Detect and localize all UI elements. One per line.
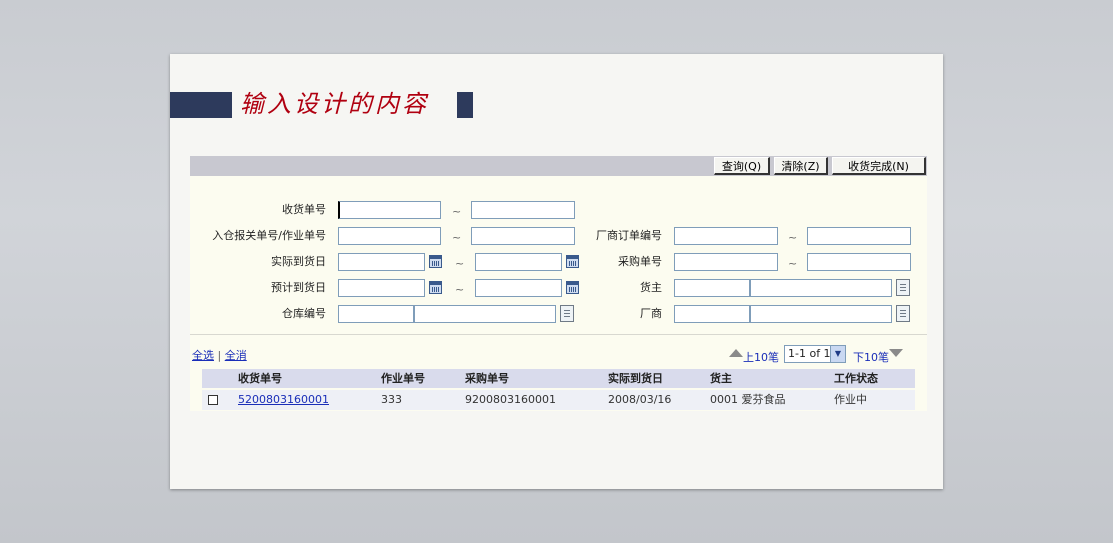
title-bar-right [457, 92, 473, 118]
arrow-up-icon[interactable] [729, 349, 743, 357]
chevron-down-icon: ▼ [830, 346, 845, 362]
range-separator: ~ [788, 231, 798, 244]
receipt-no-from-input[interactable] [338, 201, 441, 219]
work-no-cell: 333 [381, 393, 402, 406]
receipt-no-link[interactable]: 5200803160001 [238, 390, 329, 410]
arrow-down-icon[interactable] [889, 349, 903, 357]
divider [190, 334, 927, 335]
row-checkbox[interactable] [208, 395, 218, 405]
col-arrival-date: 实际到货日 [608, 372, 663, 385]
arrival-date-to-input[interactable] [475, 253, 562, 271]
slide: 输入设计的内容 查询(Q) 清除(Z) 收货完成(N) 收货单号 ~ 入仓报关单… [170, 54, 943, 489]
customs-no-to-input[interactable] [471, 227, 575, 245]
owner-label: 货主 [640, 281, 662, 294]
status-cell: 作业中 [834, 393, 867, 406]
customs-no-label: 入仓报关单号/作业单号 [212, 229, 326, 242]
col-work-no: 作业单号 [381, 372, 425, 385]
purchase-no-cell: 9200803160001 [465, 393, 556, 406]
receiving-panel: 查询(Q) 清除(Z) 收货完成(N) 收货单号 ~ 入仓报关单号/作业单号 ~… [190, 156, 927, 411]
arrival-date-label: 实际到货日 [271, 255, 326, 268]
select-all-link[interactable]: 全选 [192, 349, 214, 362]
page-select-value: 1-1 of 1 [788, 347, 831, 360]
calendar-icon[interactable] [429, 255, 442, 268]
table-header: 收货单号 作业单号 采购单号 实际到货日 货主 工作状态 [202, 369, 915, 388]
calendar-icon[interactable] [566, 281, 579, 294]
calendar-icon[interactable] [429, 281, 442, 294]
warehouse-code-input[interactable] [338, 305, 414, 323]
lookup-icon[interactable] [896, 305, 910, 322]
range-separator: ~ [788, 257, 798, 270]
selection-links: 全选 | 全消 [192, 347, 247, 363]
vendor-label: 厂商 [640, 307, 662, 320]
title-bar-left [170, 92, 232, 118]
prev-page-link[interactable]: 上10笔 [743, 349, 779, 365]
range-separator: ~ [452, 205, 462, 218]
col-status: 工作状态 [834, 372, 878, 385]
vendor-code-input[interactable] [674, 305, 750, 323]
vendor-name-input[interactable] [750, 305, 892, 323]
planned-date-label: 预计到货日 [271, 281, 326, 294]
page-select[interactable]: 1-1 of 1 ▼ [784, 345, 846, 363]
clear-button[interactable]: 清除(Z) [774, 157, 828, 175]
owner-code-input[interactable] [674, 279, 750, 297]
query-button[interactable]: 查询(Q) [714, 157, 770, 175]
receipt-no-to-input[interactable] [471, 201, 575, 219]
next-page-link[interactable]: 下10笔 [853, 349, 889, 365]
arrival-date-from-input[interactable] [338, 253, 425, 271]
owner-cell: 0001 爱芬食品 [710, 393, 786, 406]
warehouse-label: 仓库编号 [282, 307, 326, 320]
col-receipt-no: 收货单号 [238, 372, 282, 385]
slide-title: 输入设计的内容 [240, 90, 429, 118]
link-separator: | [217, 349, 222, 362]
planned-date-to-input[interactable] [475, 279, 562, 297]
receipt-no-label: 收货单号 [282, 203, 326, 216]
lookup-icon[interactable] [896, 279, 910, 296]
col-owner: 货主 [710, 372, 732, 385]
vendor-order-label: 厂商订单编号 [596, 229, 662, 242]
range-separator: ~ [455, 283, 465, 296]
range-separator: ~ [455, 257, 465, 270]
range-separator: ~ [452, 231, 462, 244]
clear-all-link[interactable]: 全消 [225, 349, 247, 362]
calendar-icon[interactable] [566, 255, 579, 268]
table-row[interactable]: 5200803160001 333 9200803160001 2008/03/… [202, 390, 915, 410]
toolbar: 查询(Q) 清除(Z) 收货完成(N) [190, 156, 927, 176]
vendor-order-from-input[interactable] [674, 227, 778, 245]
purchase-no-from-input[interactable] [674, 253, 778, 271]
receiving-complete-button[interactable]: 收货完成(N) [832, 157, 926, 175]
customs-no-from-input[interactable] [338, 227, 441, 245]
purchase-no-to-input[interactable] [807, 253, 911, 271]
arrival-date-cell: 2008/03/16 [608, 393, 672, 406]
vendor-order-to-input[interactable] [807, 227, 911, 245]
col-purchase-no: 采购单号 [465, 372, 509, 385]
lookup-icon[interactable] [560, 305, 574, 322]
planned-date-from-input[interactable] [338, 279, 425, 297]
warehouse-name-input[interactable] [414, 305, 556, 323]
purchase-no-label: 采购单号 [618, 255, 662, 268]
owner-name-input[interactable] [750, 279, 892, 297]
